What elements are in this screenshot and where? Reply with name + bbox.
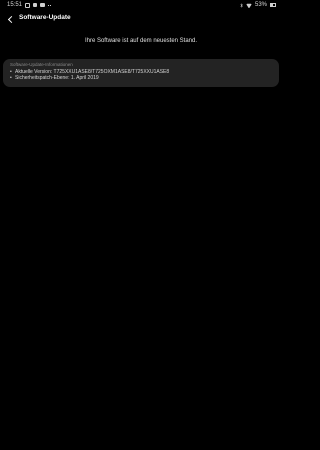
app-bar: Software-Update [0, 11, 282, 27]
more-dots-icon [48, 4, 52, 6]
back-arrow-icon [7, 15, 15, 23]
security-patch-line: • Sicherheitspatch-Ebene: 1. April 2019 [10, 75, 279, 81]
gallery-icon [33, 3, 38, 7]
back-button[interactable] [5, 13, 15, 25]
status-time: 15:51 [7, 2, 23, 8]
status-bar: 15:51 53% [0, 0, 282, 11]
status-bar-right: 53% [240, 2, 276, 8]
wifi-icon [246, 3, 252, 8]
update-status-message: Ihre Software ist auf dem neuesten Stand… [84, 38, 198, 44]
security-patch-text: Sicherheitspatch-Ebene: 1. April 2019 [15, 75, 99, 81]
battery-percent: 53% [254, 2, 267, 8]
bluetooth-icon [240, 2, 243, 8]
software-info-card: Software-Update-Informationen • Aktuelle … [3, 59, 279, 87]
battery-icon [270, 3, 276, 7]
notification-icon [25, 2, 31, 8]
info-card-title: Software-Update-Informationen [10, 62, 73, 67]
status-bar-left: 15:51 [7, 2, 52, 8]
youtube-icon [40, 3, 46, 7]
page-title: Software-Update [19, 14, 71, 21]
